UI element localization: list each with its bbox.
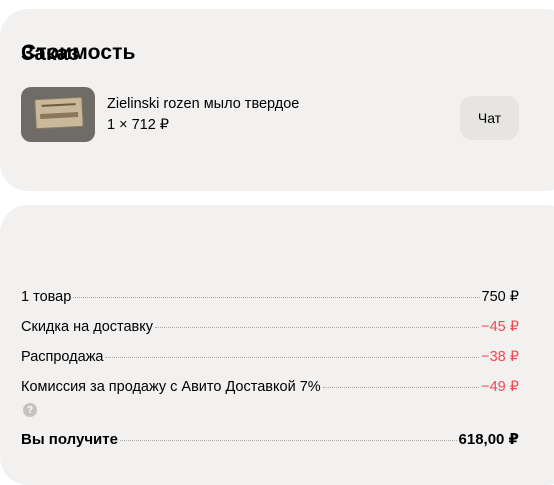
cost-row-value: −38 ₽ bbox=[481, 349, 519, 365]
dotted-leader bbox=[155, 327, 480, 328]
cost-row-label: Скидка на доставку bbox=[21, 319, 154, 335]
cost-row-label: Распродажа bbox=[21, 349, 104, 365]
soap-bar-image bbox=[34, 96, 84, 130]
item-quantity-price: 1 × 712 ₽ bbox=[107, 117, 170, 133]
cost-row-label: 1 товар bbox=[21, 289, 72, 305]
cost-row-sale: Распродажа −38 ₽ bbox=[21, 349, 519, 365]
dotted-leader bbox=[322, 387, 480, 388]
total-label: Вы получите bbox=[21, 431, 118, 448]
cost-row-value: 750 ₽ bbox=[481, 289, 519, 305]
cost-row-value: −49 ₽ bbox=[481, 379, 519, 395]
cost-row-delivery-discount: Скидка на доставку −45 ₽ bbox=[21, 319, 519, 335]
dotted-leader bbox=[105, 357, 480, 358]
cost-row-label: Комиссия за продажу с Авито Доставкой 7% bbox=[21, 379, 321, 395]
question-circle-icon[interactable]: ? bbox=[23, 403, 37, 417]
total-value: 618,00 ₽ bbox=[458, 431, 519, 448]
product-thumbnail[interactable] bbox=[21, 87, 95, 142]
cost-row-commission: Комиссия за продажу с Авито Доставкой 7%… bbox=[21, 379, 519, 395]
cost-row-total: Вы получите 618,00 ₽ bbox=[21, 430, 519, 448]
cost-title: Стоимость bbox=[21, 41, 136, 64]
chat-button[interactable]: Чат bbox=[460, 96, 519, 140]
cost-row-value: −45 ₽ bbox=[481, 319, 519, 335]
dotted-leader bbox=[73, 297, 480, 298]
item-name[interactable]: Zielinski rozen мыло твердое bbox=[107, 96, 299, 112]
cost-row-items: 1 товар 750 ₽ bbox=[21, 289, 519, 305]
dotted-leader bbox=[119, 440, 457, 441]
